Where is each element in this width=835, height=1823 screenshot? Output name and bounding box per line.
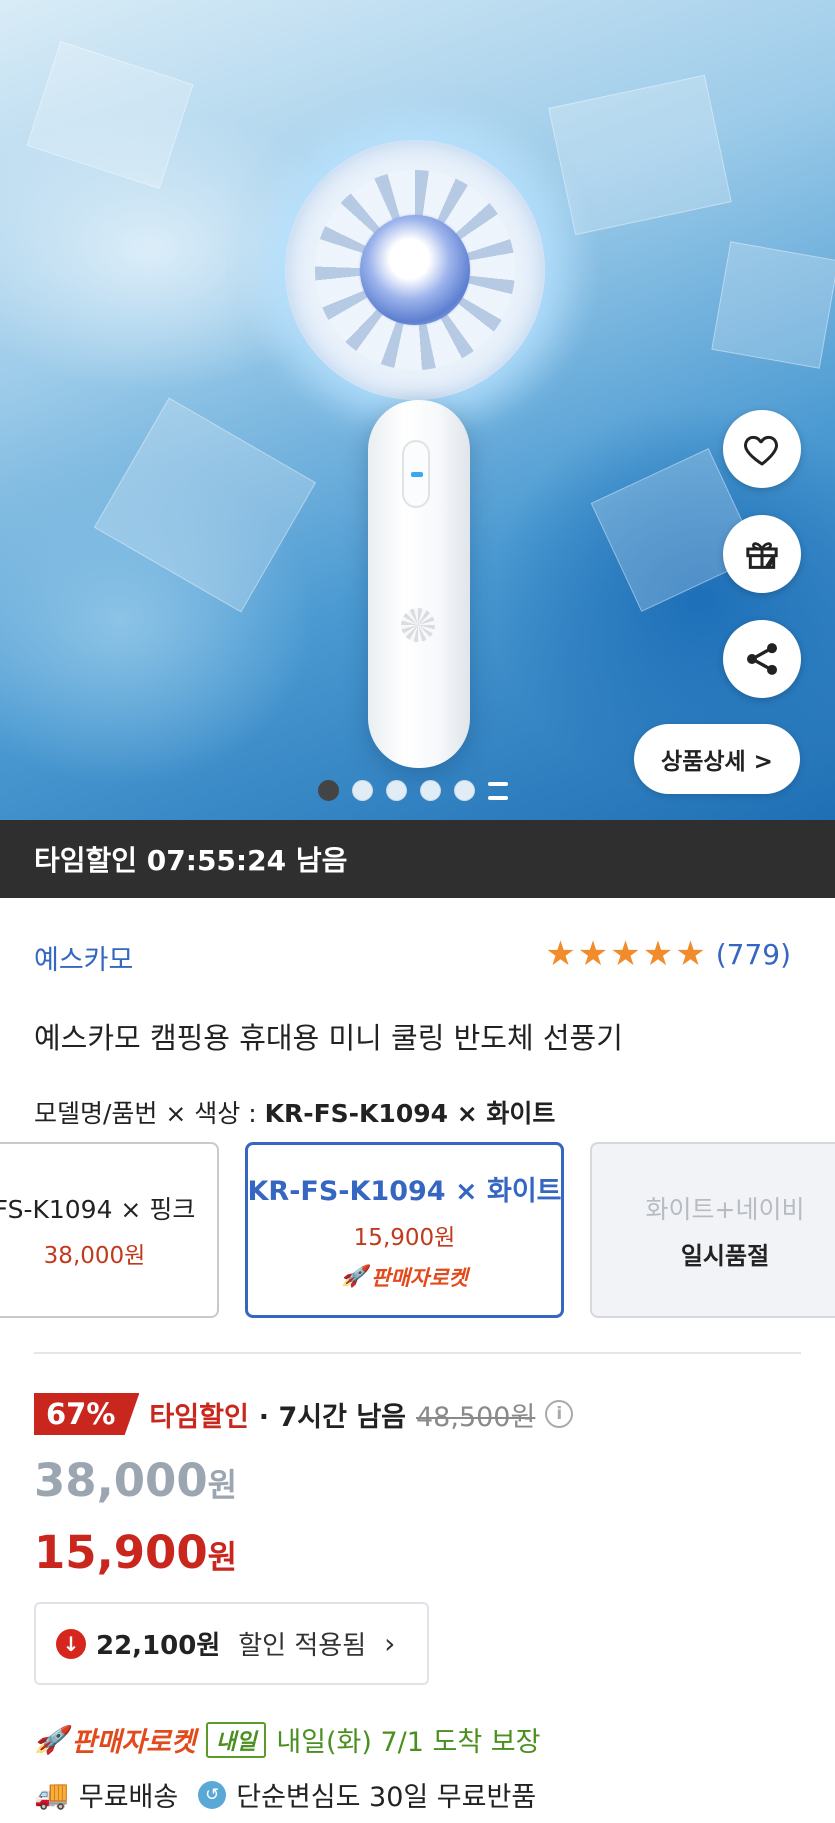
section-divider [34,1352,801,1354]
free-shipping-text: 무료배송 [78,1782,179,1813]
free-return-text: 단순변심도 30일 무료반품 [236,1782,537,1813]
ice-decoration [711,241,835,369]
fan-hub [360,215,470,325]
truck-icon: 🚚 [34,1778,69,1811]
previous-price-currency: 원 [207,1466,238,1504]
discount-applied-text: 할인 적용됨 [238,1631,367,1661]
product-title: 예스카모 캠핑용 휴대용 미니 쿨링 반도체 선풍기 [34,1021,623,1055]
tomorrow-badge: 내일 [205,1721,267,1758]
page-dot[interactable] [420,780,441,801]
option-name: 화이트+네이비 [645,1194,805,1224]
star-icon: ★ [675,934,706,974]
time-sale-countdown: 타임할인 07:55:24 남음 [34,844,348,877]
ice-decoration [26,41,194,189]
chevron-right-icon: › [384,1627,396,1660]
option-price: 15,900원 [353,1224,456,1251]
page-dot[interactable] [318,780,339,801]
page-dot[interactable] [386,780,407,801]
more-pages-icon[interactable] [488,781,508,800]
share-icon [747,643,777,675]
original-price: 48,500원 [416,1401,536,1433]
option-value: KR-FS-K1094 × 화이트 [264,1099,556,1128]
previous-price-value: 38,000 [34,1454,208,1507]
star-icon: ★ [545,934,576,974]
fan-head [285,140,545,400]
product-image-carousel[interactable]: 상품상세 > [0,0,835,820]
brand-link[interactable]: 예스카모 [34,938,133,977]
option-price: 38,000원 [43,1243,146,1269]
selected-option-line: 모델명/품번 × 색상 : KR-FS-K1094 × 화이트 [34,1094,555,1130]
wishlist-button[interactable] [723,410,801,488]
seller-rocket-label: 판매자로켓 [71,1727,196,1758]
heart-icon [744,435,778,466]
seller-rocket-delivery: 🚀 판매자로켓 [34,1720,196,1759]
option-card-soldout[interactable]: 화이트+네이비 일시품절 [590,1142,835,1318]
discount-percent-badge: 67% [34,1393,140,1435]
previous-price: 38,000원 [34,1454,237,1507]
seller-rocket-badge: 🚀 판매자로켓 [341,1262,468,1292]
current-price: 15,900원 [34,1526,237,1579]
sale-name: 타임할인 [149,1401,249,1433]
ice-decoration [93,397,317,613]
option-card[interactable]: FS-K1094 × 핑크 38,000원 [0,1142,219,1318]
option-name: FS-K1094 × 핑크 [0,1195,196,1224]
page-dot[interactable] [454,780,475,801]
discount-amount: 22,100원 [96,1631,221,1661]
time-sale-banner: 타임할인 07:55:24 남음 [0,820,835,898]
sale-info-line: 67% 타임할인 · 7시간 남음 48,500원 i [34,1393,574,1435]
option-label: 모델명/품번 × 색상 : [34,1099,265,1128]
page-dot[interactable] [352,780,373,801]
ice-decoration [548,74,732,236]
sale-remaining: · 7시간 남음 [258,1401,406,1433]
review-count: (779) [715,937,791,971]
soldout-label: 일시품절 [680,1241,770,1270]
gift-button[interactable] [723,515,801,593]
star-icon: ★ [610,934,641,974]
rocket-icon: 🚀 [34,1724,68,1756]
star-icon: ★ [577,934,609,974]
product-detail-button[interactable]: 상품상세 > [634,724,800,794]
seller-rocket-label: 판매자로켓 [371,1265,468,1290]
star-icon: ★ [642,934,674,974]
fan-handle [368,400,470,768]
current-price-currency: 원 [207,1538,238,1576]
rocket-icon: 🚀 [341,1264,368,1288]
option-name: KR-FS-K1094 × 화이트 [247,1175,562,1207]
rating-summary[interactable]: ★ ★ ★ ★ ★ (779) [545,937,791,971]
discount-applied-button[interactable]: ↓ 22,100원 할인 적용됨 › [34,1602,429,1685]
carousel-pagination [318,780,508,801]
fan-logo [401,608,435,642]
arrival-guarantee: 내일(화) 7/1 도착 보장 [276,1727,541,1758]
option-card-selected[interactable]: KR-FS-K1094 × 화이트 15,900원 🚀 판매자로켓 [245,1142,564,1318]
product-detail-label: 상품상세 > [661,749,773,775]
info-icon[interactable]: i [545,1400,574,1428]
arrow-down-icon: ↓ [56,1628,86,1659]
delivery-info: 🚀 판매자로켓 내일 내일(화) 7/1 도착 보장 [34,1720,540,1759]
fan-control-panel [402,440,430,508]
current-price-value: 15,900 [34,1526,208,1579]
return-icon: ↺ [198,1780,227,1809]
gift-rocket-icon [746,542,778,569]
share-button[interactable] [723,620,801,698]
shipping-return-info: 🚚 무료배송 ↺ 단순변심도 30일 무료반품 [34,1775,536,1814]
